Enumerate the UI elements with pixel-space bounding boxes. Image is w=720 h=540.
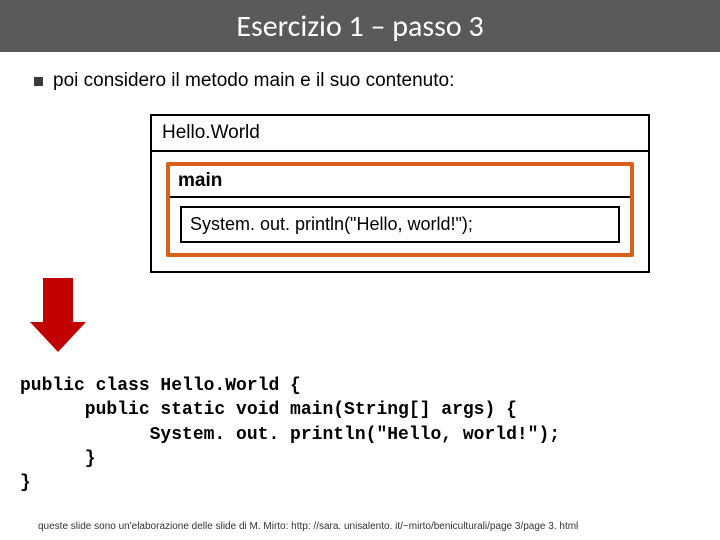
footer-attribution: queste slide sono un'elaborazione delle …: [38, 521, 578, 532]
outer-class-body: main System. out. println("Hello, world!…: [152, 152, 648, 271]
main-method-body: System. out. println("Hello, world!");: [170, 198, 630, 253]
outer-class-box: Hello.World main System. out. println("H…: [150, 114, 650, 273]
main-method-label: main: [170, 166, 630, 198]
code-line-1: public class Hello.World {: [20, 376, 301, 396]
code-line-3: System. out. println("Hello, world!");: [20, 425, 560, 445]
statement-box: System. out. println("Hello, world!");: [180, 206, 620, 243]
bullet-item: poi considero il metodo main e il suo co…: [30, 70, 690, 92]
bullet-text: poi considero il metodo main e il suo co…: [53, 70, 454, 92]
code-line-5: }: [20, 473, 31, 493]
class-diagram: Hello.World main System. out. println("H…: [150, 114, 650, 273]
down-arrow-icon: [30, 278, 90, 358]
code-line-2: public static void main(String[] args) {: [20, 400, 517, 420]
slide-title: Esercizio 1 – passo 3: [236, 8, 483, 45]
slide-content: poi considero il metodo main e il suo co…: [0, 52, 720, 273]
outer-class-label: Hello.World: [152, 116, 648, 152]
bullet-icon: [34, 77, 43, 86]
slide-title-bar: Esercizio 1 – passo 3: [0, 0, 720, 52]
code-line-4: }: [20, 449, 96, 469]
main-method-box: main System. out. println("Hello, world!…: [166, 162, 634, 257]
code-block: public class Hello.World { public static…: [20, 374, 560, 495]
